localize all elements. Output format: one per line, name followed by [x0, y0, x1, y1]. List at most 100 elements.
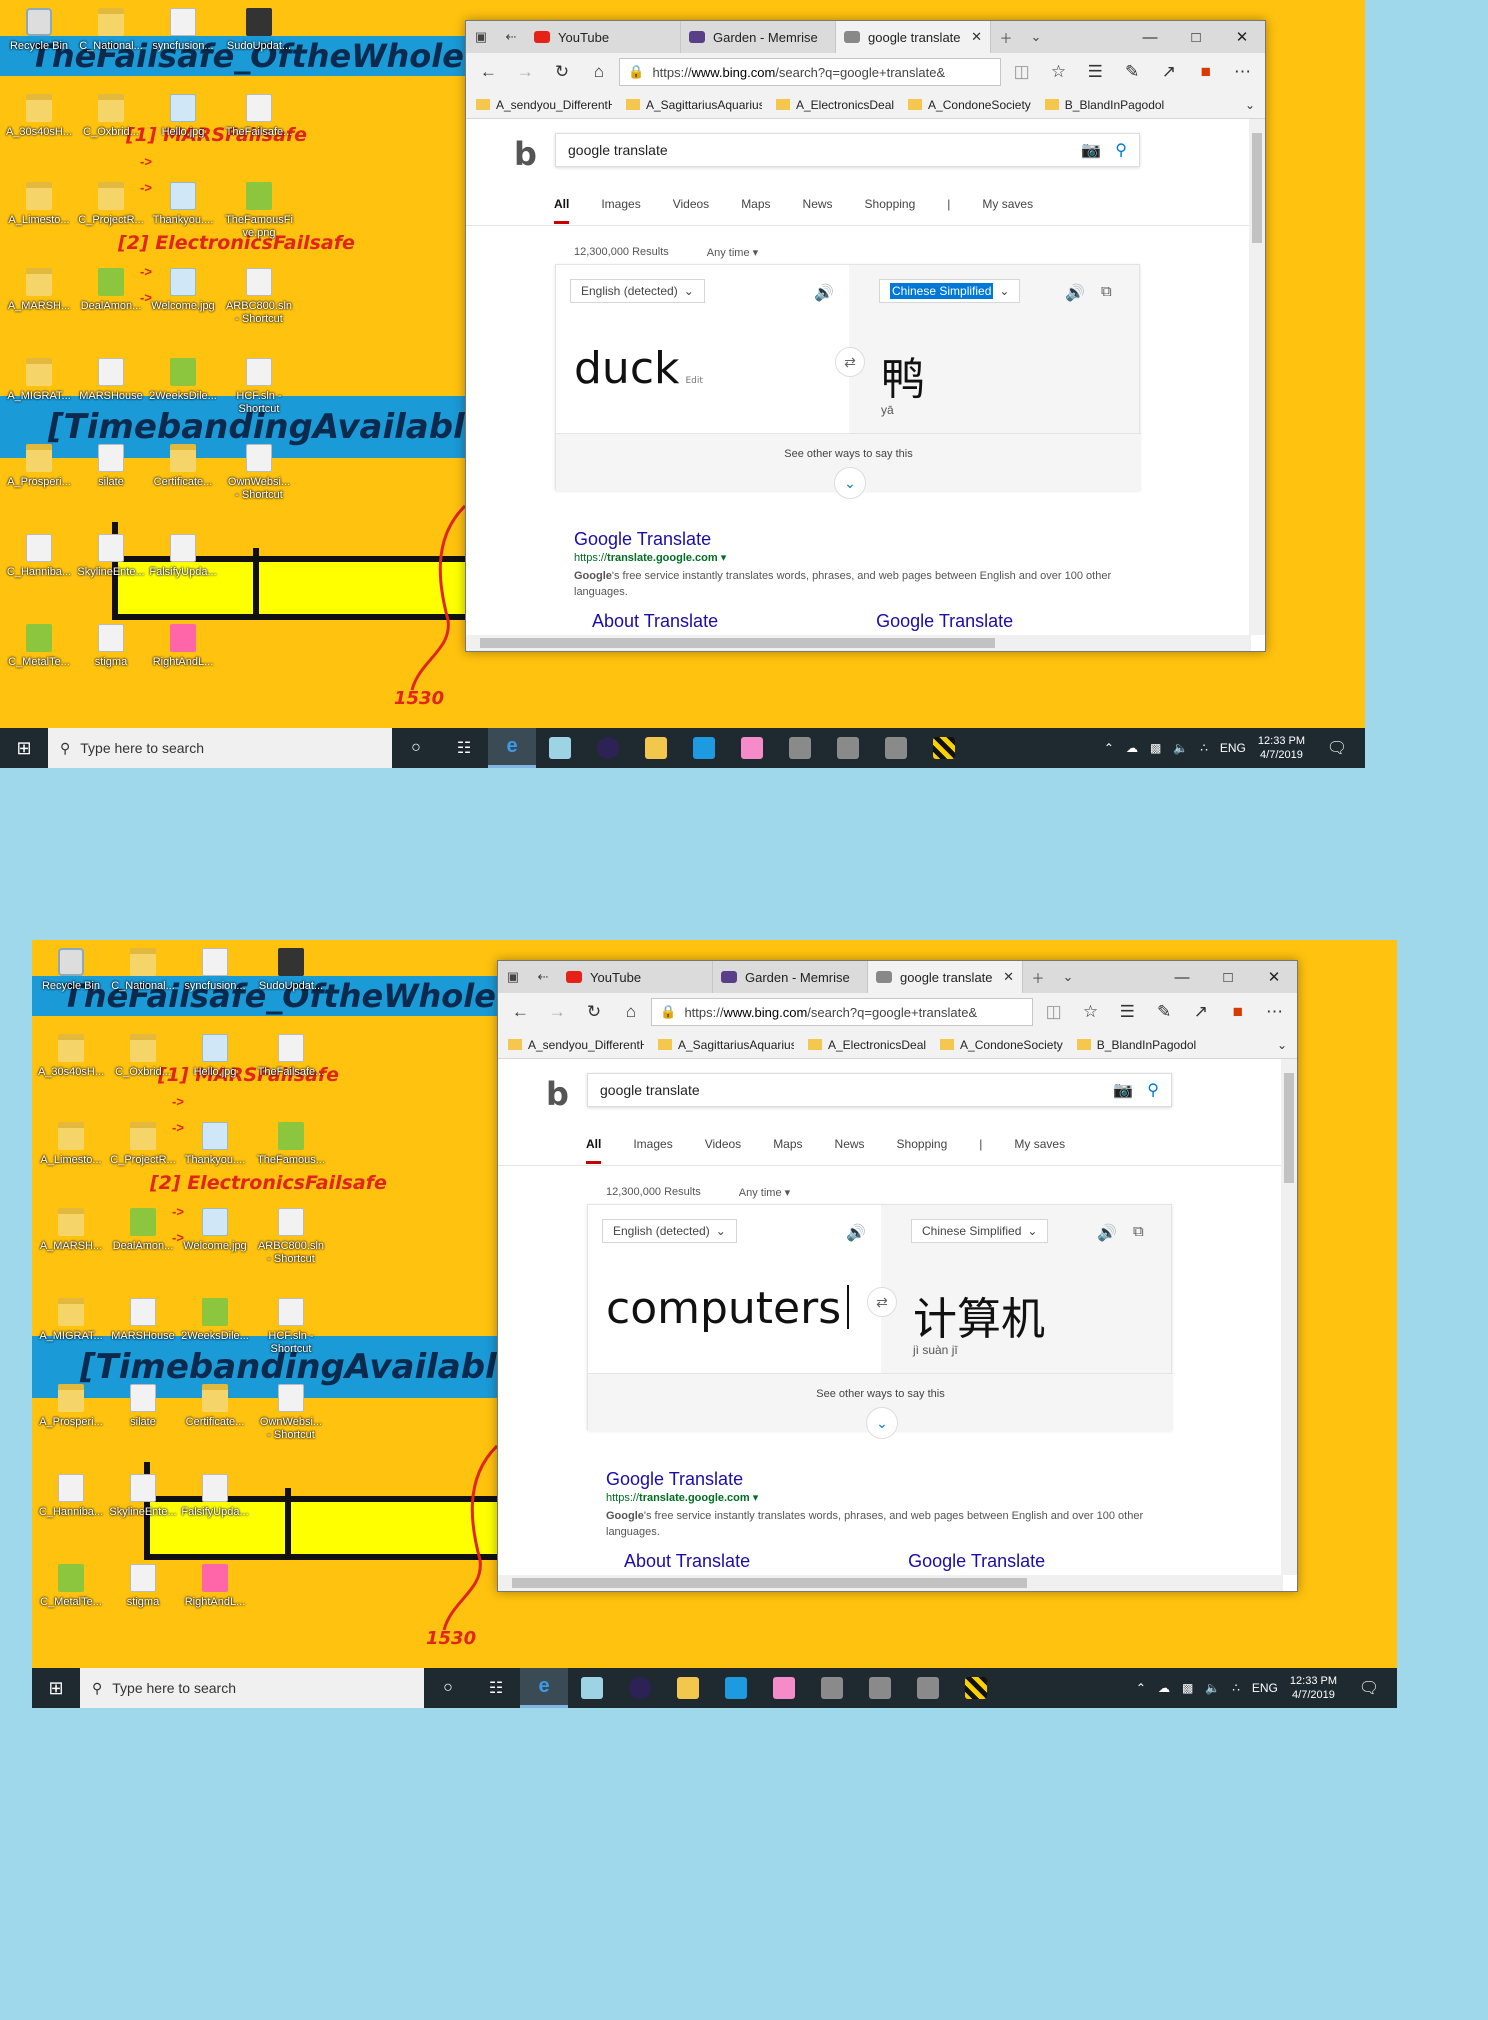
favorites-bar-folder[interactable]: A_CondoneSociety [940, 1038, 1063, 1052]
scope-tab[interactable]: All [554, 197, 570, 224]
maximize-button[interactable]: □ [1173, 21, 1219, 53]
app-icon-caution-stripes[interactable] [920, 728, 968, 768]
desktop-icon[interactable]: A_Limesto... [0, 182, 78, 227]
battery-icon[interactable]: ▩ [1182, 1681, 1193, 1695]
target-language-select[interactable]: Chinese Simplified ⌄ [911, 1219, 1049, 1243]
desktop-icon[interactable]: A_30s40sH... [32, 1034, 110, 1079]
favorites-bar-chevron-icon[interactable]: ⌄ [1245, 98, 1255, 112]
desktop-icon[interactable]: A_MARSH... [0, 268, 78, 313]
edit-link[interactable]: Edit [686, 376, 703, 386]
app-icon-file-explorer[interactable] [664, 1668, 712, 1708]
set-aside-tabs-icon[interactable]: ⇠ [496, 21, 526, 53]
desktop-icon[interactable]: A_MIGRAT... [0, 358, 78, 403]
desktop-icon[interactable]: OwnWebsi... - Shortcut [252, 1384, 330, 1442]
result-title-link[interactable]: Google Translate [574, 529, 1134, 550]
desktop-icon[interactable]: HCF.sln - Shortcut [252, 1298, 330, 1356]
browser-tab[interactable]: Garden - Memrise [681, 21, 836, 53]
tab-actions-icon[interactable]: ▣ [466, 21, 496, 53]
bing-logo-icon[interactable]: b [546, 1075, 569, 1113]
desktop-icon[interactable]: 2WeeksDile... [176, 1298, 254, 1343]
desktop-icon[interactable]: DealAmon... [104, 1208, 182, 1253]
app-icon-mountain-1[interactable] [808, 1668, 856, 1708]
search-icon[interactable]: ⚲ [1147, 1080, 1159, 1100]
search-input[interactable]: google translate 📷 ⚲ [587, 1073, 1172, 1107]
desktop-icon[interactable]: C_ProjectR... [72, 182, 150, 227]
desktop-icon[interactable]: MARSHouse [104, 1298, 182, 1343]
favorites-bar-folder[interactable]: B_BlandInPagodol [1044, 98, 1164, 112]
desktop-icon[interactable]: TheFailsafe... [252, 1034, 330, 1079]
desktop-icon[interactable]: SkylineEnte... [72, 534, 150, 579]
camera-icon[interactable]: 📷 [1113, 1080, 1133, 1100]
desktop-icon[interactable]: C_MetalTe... [0, 624, 78, 669]
swap-languages-icon[interactable]: ⇄ [867, 1287, 897, 1317]
volume-icon[interactable]: 🔈 [1173, 741, 1188, 755]
desktop-icon[interactable]: SkylineEnte... [104, 1474, 182, 1519]
desktop-icon[interactable]: C_National... [104, 948, 182, 993]
app-icon-mountain-3[interactable] [904, 1668, 952, 1708]
close-tab-icon[interactable]: ✕ [1003, 969, 1014, 985]
favorites-bar-folder[interactable]: A_ElectronicsDeal [776, 98, 894, 112]
close-tab-icon[interactable]: ✕ [971, 29, 982, 45]
reading-view-icon[interactable]: ◫ [1005, 57, 1038, 87]
browser-tab[interactable]: YouTube [558, 961, 713, 993]
target-speaker-icon[interactable]: 🔊 [1065, 283, 1085, 303]
desktop-icon[interactable]: MARSHouse [72, 358, 150, 403]
onedrive-cloud-icon[interactable]: ☁ [1158, 1681, 1170, 1695]
set-aside-tabs-icon[interactable]: ⇠ [528, 961, 558, 993]
desktop-icon[interactable]: Certificate... [176, 1384, 254, 1429]
expand-chevron-icon[interactable]: ⌄ [834, 467, 866, 499]
search-input[interactable]: google translate 📷 ⚲ [555, 133, 1140, 167]
desktop-icon[interactable]: A_30s40sH... [0, 94, 78, 139]
clock[interactable]: 12:33 PM 4/7/2019 [1258, 734, 1305, 762]
scope-tab[interactable]: Shopping [897, 1137, 948, 1164]
app-icon-mountain-1[interactable] [776, 728, 824, 768]
about-translate-link[interactable]: About Translate [592, 611, 718, 632]
vertical-scrollbar[interactable] [1249, 119, 1265, 635]
favorite-star-icon[interactable]: ☆ [1042, 57, 1075, 87]
desktop-icon[interactable]: syncfusion... [144, 8, 222, 53]
app-icon-caution-stripes[interactable] [952, 1668, 1000, 1708]
desktop-icon[interactable]: Recycle Bin [32, 948, 110, 993]
desktop-icon[interactable]: Certificate... [144, 444, 222, 489]
taskbar-search-box[interactable]: ⚲ Type here to search [48, 728, 392, 768]
new-tab-icon[interactable]: ＋ [1023, 961, 1053, 993]
onedrive-cloud-icon[interactable]: ☁ [1126, 741, 1138, 755]
desktop-icon[interactable]: C_Oxbrid... [72, 94, 150, 139]
wifi-icon[interactable]: ∴ [1200, 741, 1208, 755]
time-filter-dropdown[interactable]: Any time ▾ [707, 246, 758, 259]
desktop-icon[interactable]: A_Prosperi... [0, 444, 78, 489]
desktop-icon[interactable]: FalsifyUpda... [144, 534, 222, 579]
desktop-icon[interactable]: A_MIGRAT... [32, 1298, 110, 1343]
favorites-bar-folder[interactable]: B_BlandInPagodol [1076, 1038, 1196, 1052]
maximize-button[interactable]: □ [1205, 961, 1251, 993]
scope-tab[interactable]: My saves [982, 197, 1033, 224]
scope-tab[interactable]: Shopping [865, 197, 916, 224]
copy-icon[interactable]: ⧉ [1101, 283, 1112, 300]
url-field[interactable]: 🔒 https://www.bing.com/search?q=google+t… [619, 58, 1002, 86]
share-icon[interactable]: ↗ [1185, 997, 1218, 1027]
edge-browser-icon[interactable]: e [488, 728, 536, 768]
home-button[interactable]: ⌂ [582, 57, 615, 87]
desktop-icon[interactable]: A_Limesto... [32, 1122, 110, 1167]
desktop-icon[interactable]: SudoUpdat... [220, 8, 298, 53]
result-title-link[interactable]: Google Translate [606, 1469, 1166, 1490]
desktop-icon[interactable]: 2WeeksDile... [144, 358, 222, 403]
desktop-icon[interactable]: C_National... [72, 8, 150, 53]
forward-button[interactable]: → [541, 997, 574, 1027]
favorite-star-icon[interactable]: ☆ [1074, 997, 1107, 1027]
source-text-input[interactable]: computers [606, 1283, 850, 1334]
swap-languages-icon[interactable]: ⇄ [835, 347, 865, 377]
desktop-icon[interactable]: C_Oxbrid... [104, 1034, 182, 1079]
favorites-bar-folder[interactable]: A_ElectronicsDeal [808, 1038, 926, 1052]
battery-icon[interactable]: ▩ [1150, 741, 1161, 755]
favorites-bar-folder[interactable]: A_CondoneSociety [908, 98, 1031, 112]
scope-tab[interactable]: My saves [1014, 1137, 1065, 1164]
office-extension-icon[interactable]: ■ [1189, 57, 1222, 87]
favorites-hub-icon[interactable]: ☰ [1111, 997, 1144, 1027]
source-language-select[interactable]: English (detected) ⌄ [570, 279, 705, 303]
source-language-select[interactable]: English (detected) ⌄ [602, 1219, 737, 1243]
expand-chevron-icon[interactable]: ⌄ [866, 1407, 898, 1439]
wifi-icon[interactable]: ∴ [1232, 1681, 1240, 1695]
minimize-button[interactable]: — [1159, 961, 1205, 993]
vertical-scrollbar[interactable] [1281, 1059, 1297, 1575]
